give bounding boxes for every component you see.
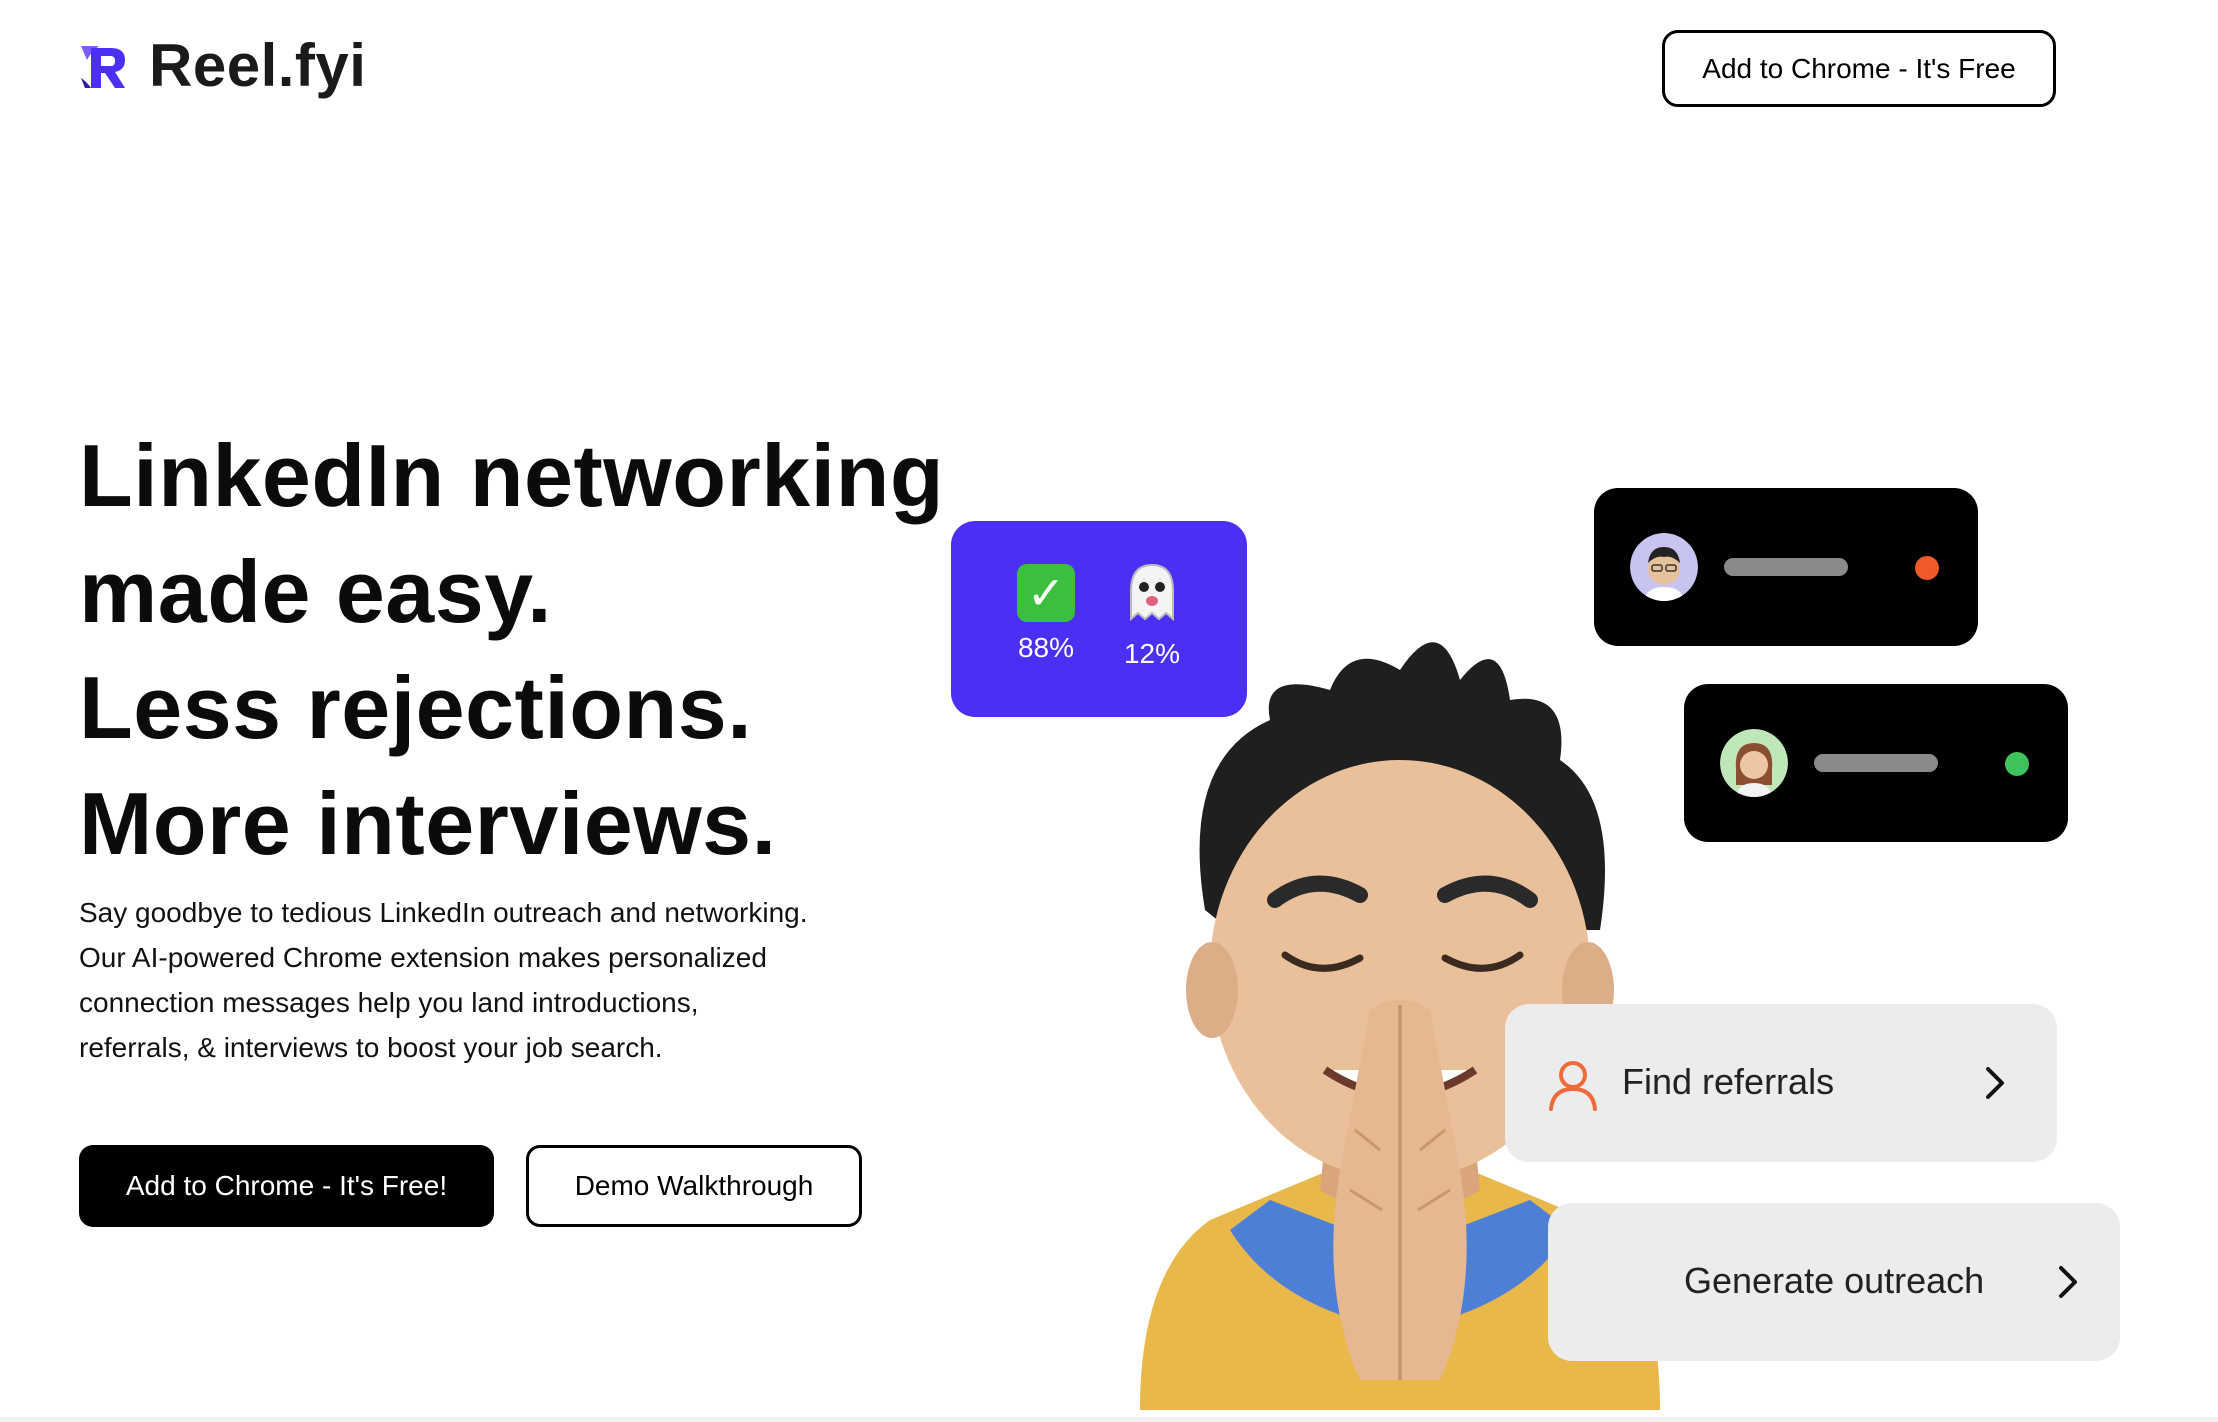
hero-description-line: Say goodbye to tedious LinkedIn outreach… xyxy=(79,897,808,928)
person-icon xyxy=(1549,1061,1597,1111)
status-dot xyxy=(2005,752,2029,776)
hero-title-line: More interviews. xyxy=(79,774,777,873)
chevron-right-icon xyxy=(2059,1266,2077,1298)
profile-card xyxy=(1684,684,2068,842)
check-mark-icon: ✓ xyxy=(1017,564,1075,622)
find-referrals-action[interactable]: Find referrals xyxy=(1505,1004,2057,1162)
hero-description: Say goodbye to tedious LinkedIn outreach… xyxy=(79,890,879,1070)
ghosted-stat: 12% xyxy=(1107,561,1197,670)
hero-description-line: referrals, & interviews to boost your jo… xyxy=(79,1032,663,1063)
find-referrals-label: Find referrals xyxy=(1622,1061,1835,1102)
accepted-stat: ✓ 88% xyxy=(1001,561,1091,664)
ghosted-percentage: 12% xyxy=(1123,638,1181,669)
response-stats-card: ✓ 88% 12% xyxy=(951,521,1247,717)
hero-title-line: made easy. xyxy=(79,542,553,641)
profile-card xyxy=(1594,488,1978,646)
hero-description-line: Our AI-powered Chrome extension makes pe… xyxy=(79,942,767,973)
reel-logo-icon xyxy=(81,46,125,88)
name-placeholder-bar xyxy=(1814,754,1938,772)
accepted-percentage: 88% xyxy=(1017,632,1075,663)
hero-title: LinkedIn networking made easy. Less reje… xyxy=(79,418,979,882)
add-to-chrome-header-button[interactable]: Add to Chrome - It's Free xyxy=(1662,30,2056,107)
hero-description-line: connection messages help you land introd… xyxy=(79,987,699,1018)
name-placeholder-bar xyxy=(1724,558,1848,576)
generate-outreach-label: Generate outreach xyxy=(1684,1260,1985,1301)
demo-walkthrough-button[interactable]: Demo Walkthrough xyxy=(526,1145,862,1227)
hero-title-line: LinkedIn networking xyxy=(79,426,945,525)
avatar-woman-icon xyxy=(1720,729,1788,797)
brand-name: Reel.fyi xyxy=(149,32,367,99)
brand-logo[interactable]: Reel.fyi xyxy=(77,36,366,96)
generate-outreach-action[interactable]: Generate outreach xyxy=(1548,1203,2120,1361)
avatar-man-icon xyxy=(1630,533,1698,601)
site-header: Reel.fyi Add to Chrome - It's Free xyxy=(0,0,2218,140)
hero-title-line: Less rejections. xyxy=(79,658,753,757)
chevron-right-icon xyxy=(1986,1067,2004,1099)
add-to-chrome-button[interactable]: Add to Chrome - It's Free! xyxy=(79,1145,494,1227)
ghost-icon xyxy=(1130,563,1174,622)
page-divider xyxy=(0,1417,2218,1422)
status-dot xyxy=(1915,556,1939,580)
